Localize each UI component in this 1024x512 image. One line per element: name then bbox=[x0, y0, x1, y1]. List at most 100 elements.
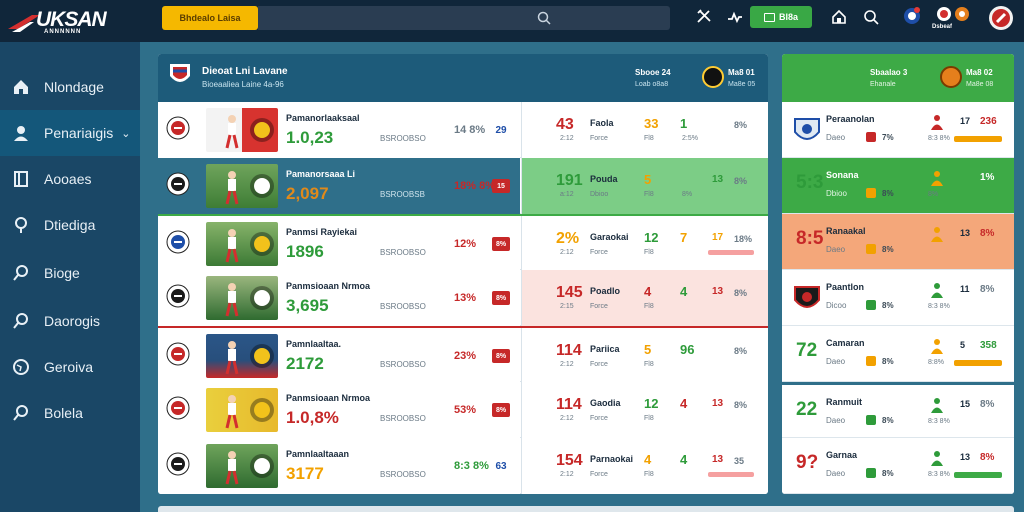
region-flags-icon[interactable] bbox=[936, 6, 970, 22]
side-value-1[interactable]: 11 bbox=[960, 284, 970, 294]
side-value-2[interactable]: 236 bbox=[980, 116, 997, 127]
odds-tag[interactable]: 8% bbox=[492, 237, 510, 251]
match-title[interactable]: Pamnlaaltaaan bbox=[286, 449, 349, 459]
odds-value-2[interactable]: 96 bbox=[680, 342, 694, 357]
odds-tag[interactable]: 15 bbox=[492, 179, 510, 193]
odds-value-1[interactable]: 4 bbox=[644, 452, 651, 467]
side-value-2[interactable]: 1% bbox=[980, 172, 994, 183]
odds-value-2[interactable]: 4 bbox=[680, 284, 687, 299]
odds-value-3[interactable]: 17 bbox=[712, 232, 723, 243]
side-title[interactable]: Ranaakal bbox=[826, 226, 866, 236]
match-percent: 14 8% bbox=[454, 124, 486, 136]
wallet-button[interactable]: Bl8a bbox=[750, 6, 812, 28]
odds-value-2[interactable]: 7 bbox=[680, 230, 687, 245]
side-row[interactable]: 22 Ranmuit Daeo 8% 8:3 8% 15 8% bbox=[782, 382, 1014, 438]
match-odds[interactable]: 114 2:12 Gaodia Force 12 Fl8 4 13 8% bbox=[521, 382, 768, 438]
odds-value-1[interactable]: 12 bbox=[644, 230, 658, 245]
odds-value-3[interactable]: 13 bbox=[712, 286, 723, 297]
match-odds[interactable]: 114 2:12 Pariica Force 5 Fl8 96 8% bbox=[521, 328, 768, 384]
odds-value-2[interactable]: 4 bbox=[680, 396, 687, 411]
side-value-2[interactable]: 8% bbox=[980, 284, 994, 295]
side-title[interactable]: Camaran bbox=[826, 338, 865, 348]
match-title[interactable]: Pamnlaaltaa. bbox=[286, 339, 341, 349]
match-odds[interactable]: 43 2:12 Faola Force 33 Fl8 1 2:5% 8% bbox=[521, 102, 768, 158]
odds-tag[interactable]: 8% bbox=[492, 349, 510, 363]
side-value-2[interactable]: 8% bbox=[980, 399, 994, 410]
match-odds[interactable]: 154 2:12 Parnaokai Force 4 Fl8 4 13 35 bbox=[521, 438, 768, 494]
sidebar-item-locations[interactable]: Dtiediga bbox=[0, 202, 140, 248]
search-icon[interactable] bbox=[862, 8, 880, 26]
home-outline-icon[interactable] bbox=[830, 8, 848, 26]
match-title[interactable]: Panmsi Rayiekai bbox=[286, 227, 357, 237]
sidebar-item-home[interactable]: Nlondage bbox=[0, 64, 140, 110]
sidebar-item-blogs[interactable]: Bioge bbox=[0, 250, 140, 296]
side-title[interactable]: Sonana bbox=[826, 170, 859, 180]
player-figure-icon bbox=[225, 171, 274, 205]
match-odds[interactable]: 191 a:12 Pouda Dbioo 5 Fl8 8% 13 8% bbox=[521, 158, 768, 214]
side-title[interactable]: Peraanolan bbox=[826, 114, 875, 124]
sidebar-item-bolela[interactable]: Bolela bbox=[0, 390, 140, 436]
match-row[interactable]: Panmsioaan Nrmoa 1.0,8% BSROOBSO 53% 8% … bbox=[158, 382, 768, 438]
side-title[interactable]: Paantlon bbox=[826, 282, 864, 292]
profile-label: Dsbeaf bbox=[932, 24, 953, 30]
match-odds[interactable]: 2% 2:12 Garaokai Force 12 Fl8 7 17 18% bbox=[521, 216, 768, 272]
brand-logo[interactable]: UKSAN ANNNNNN bbox=[6, 7, 134, 35]
side-value-1[interactable]: 13 bbox=[960, 228, 970, 238]
odds-tag[interactable]: 63 bbox=[492, 459, 510, 473]
tools-icon[interactable] bbox=[695, 8, 713, 26]
side-row[interactable]: 9? Garnaa Daeo 8% 8:3 8% 13 8% bbox=[782, 438, 1014, 494]
side-value-1[interactable]: 13 bbox=[960, 452, 970, 462]
odds-value-3[interactable]: 13 bbox=[712, 454, 723, 465]
match-title[interactable]: Panmsioaan Nrmoa bbox=[286, 393, 370, 403]
side-value-2[interactable]: 358 bbox=[980, 340, 997, 351]
odds-value-1[interactable]: 33 bbox=[644, 116, 658, 131]
match-row[interactable]: Panmsioaan Nrmoa 3,695 BSROOBSO 13% 8% 1… bbox=[158, 270, 768, 326]
odds-value-2[interactable]: 1 bbox=[680, 116, 687, 131]
sidebar-item-profile[interactable]: Penariaigis ⌄ bbox=[0, 110, 140, 156]
side-row[interactable]: 8:5 Ranaakal Daeo 8% 13 8% bbox=[782, 214, 1014, 270]
activity-icon[interactable] bbox=[726, 8, 744, 26]
search-bar[interactable] bbox=[258, 6, 670, 30]
match-title[interactable]: Pamanorsaaa Li bbox=[286, 169, 355, 179]
search-icon[interactable] bbox=[536, 10, 552, 26]
chevron-down-icon[interactable]: ⌄ bbox=[121, 127, 130, 140]
search-input[interactable] bbox=[258, 6, 670, 30]
side-value-1[interactable]: 5 bbox=[960, 340, 965, 350]
side-title[interactable]: Garnaa bbox=[826, 450, 857, 460]
odds-value-2[interactable]: 4 bbox=[680, 452, 687, 467]
sidebar-item-boards[interactable]: Aooaes bbox=[0, 156, 140, 202]
match-row[interactable]: Pamanorsaaa Li 2,097 BSROOBSB 18% 8% 15 … bbox=[158, 158, 768, 214]
side-title[interactable]: Ranmuit bbox=[826, 397, 862, 407]
side-row[interactable]: Peraanolan Daeo 7% 8:3 8% 17 236 bbox=[782, 102, 1014, 158]
match-row[interactable]: Panmsi Rayiekai 1896 BSROOBSO 12% 8% 2% … bbox=[158, 214, 768, 272]
league-crest-icon bbox=[170, 64, 190, 82]
match-row[interactable]: Pamnlaaltaaan 3177 BSROOBSO 8:3 8% 63 15… bbox=[158, 438, 768, 494]
odds-tag[interactable]: 29 bbox=[492, 123, 510, 137]
side-value-2[interactable]: 8% bbox=[980, 228, 994, 239]
odds-value-3[interactable]: 13 bbox=[712, 174, 723, 185]
side-value-1[interactable]: 15 bbox=[960, 399, 970, 409]
sidebar-item-discover[interactable]: Daorogis bbox=[0, 298, 140, 344]
match-title[interactable]: Panmsioaan Nrmoa bbox=[286, 281, 370, 291]
sidebar-item-global[interactable]: Geroiva bbox=[0, 344, 140, 390]
odds-value-1[interactable]: 12 bbox=[644, 396, 658, 411]
odds-value-3[interactable]: 13 bbox=[712, 398, 723, 409]
odds-tag[interactable]: 8% bbox=[492, 291, 510, 305]
match-title[interactable]: Pamanorlaaksaal bbox=[286, 113, 360, 123]
odds-tag[interactable]: 8% bbox=[492, 403, 510, 417]
odds-value-1[interactable]: 4 bbox=[644, 284, 651, 299]
match-odds[interactable]: 145 2:15 Poadlo Force 4 Fl8 4 13 8% bbox=[521, 270, 768, 326]
notifications-icon[interactable] bbox=[902, 6, 922, 26]
side-value-1[interactable]: 17 bbox=[960, 116, 970, 126]
user-avatar[interactable] bbox=[988, 5, 1014, 31]
match-row[interactable]: Pamanorlaaksaal 1.0,23 BSROOBSO 14 8% 29… bbox=[158, 102, 768, 158]
match-row[interactable]: Pamnlaaltaa. 2172 BSROOBSO 23% 8% 114 2:… bbox=[158, 326, 768, 384]
side-value-2[interactable]: 8% bbox=[980, 452, 994, 463]
odds-value-1[interactable]: 5 bbox=[644, 342, 651, 357]
promo-button[interactable]: Bhdealo Laisa bbox=[162, 6, 258, 30]
side-row[interactable]: 72 Camaran Daeo 8% 8:8% 5 358 bbox=[782, 326, 1014, 382]
side-row[interactable]: Paantlon Dicoo 8% 8:3 8% 11 8% bbox=[782, 270, 1014, 326]
side-row[interactable]: 5:3 Sonana Dbioo 8% 8% 1% bbox=[782, 158, 1014, 214]
odds-value-1[interactable]: 5 bbox=[644, 172, 651, 187]
side-sub: Daeo bbox=[826, 357, 846, 366]
